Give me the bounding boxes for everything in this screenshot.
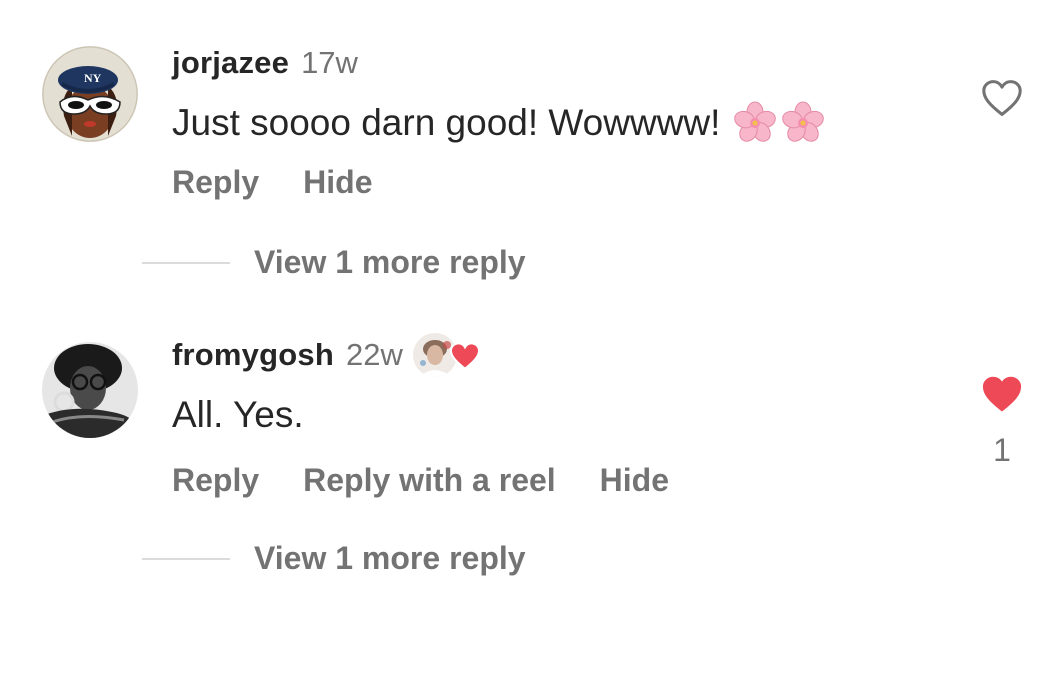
- hide-button[interactable]: Hide: [303, 164, 372, 201]
- view-more-replies[interactable]: View 1 more reply: [142, 540, 526, 577]
- like-area: [976, 78, 1028, 118]
- comment-actions: Reply Hide: [172, 164, 372, 201]
- divider-line: [142, 261, 230, 264]
- avatar-image: [42, 342, 138, 438]
- heart-filled-icon[interactable]: [980, 374, 1024, 414]
- comment-text-content: Just soooo darn good! Wowwww!: [172, 102, 721, 143]
- creator-liked-indicator: [412, 331, 485, 379]
- timestamp: 17w: [301, 45, 358, 80]
- reply-button[interactable]: Reply: [172, 164, 259, 201]
- comment-header: fromygosh 22w: [172, 331, 485, 379]
- username[interactable]: fromygosh: [172, 337, 334, 373]
- like-count: 1: [993, 432, 1011, 468]
- reply-with-reel-button[interactable]: Reply with a reel: [303, 462, 556, 499]
- view-more-replies-label[interactable]: View 1 more reply: [254, 244, 526, 281]
- avatar-image: NY: [42, 46, 138, 142]
- view-more-replies-label[interactable]: View 1 more reply: [254, 540, 526, 577]
- comment-actions: Reply Reply with a reel Hide: [172, 462, 669, 499]
- avatar[interactable]: [42, 342, 138, 438]
- hide-button[interactable]: Hide: [600, 462, 669, 499]
- divider-line: [142, 557, 230, 560]
- comment-header: jorjazee 17w: [172, 42, 358, 84]
- comment-text: All. Yes.: [172, 394, 304, 436]
- emoji-group: [732, 100, 828, 146]
- cherry-blossom-icon: [782, 101, 825, 142]
- comment-text-content: All. Yes.: [172, 394, 304, 435]
- cherry-blossom-icon: [734, 101, 777, 142]
- like-area: 1: [976, 374, 1028, 469]
- reply-button[interactable]: Reply: [172, 462, 259, 499]
- username[interactable]: jorjazee: [172, 45, 289, 81]
- timestamp: 22w: [345, 337, 403, 372]
- view-more-replies[interactable]: View 1 more reply: [142, 244, 526, 281]
- heart-outline-icon[interactable]: [980, 78, 1024, 118]
- avatar[interactable]: NY: [42, 46, 138, 142]
- svg-text:NY: NY: [84, 71, 102, 85]
- heart-filled-icon: [449, 342, 480, 370]
- comment-text: Just soooo darn good! Wowwww!: [172, 100, 828, 146]
